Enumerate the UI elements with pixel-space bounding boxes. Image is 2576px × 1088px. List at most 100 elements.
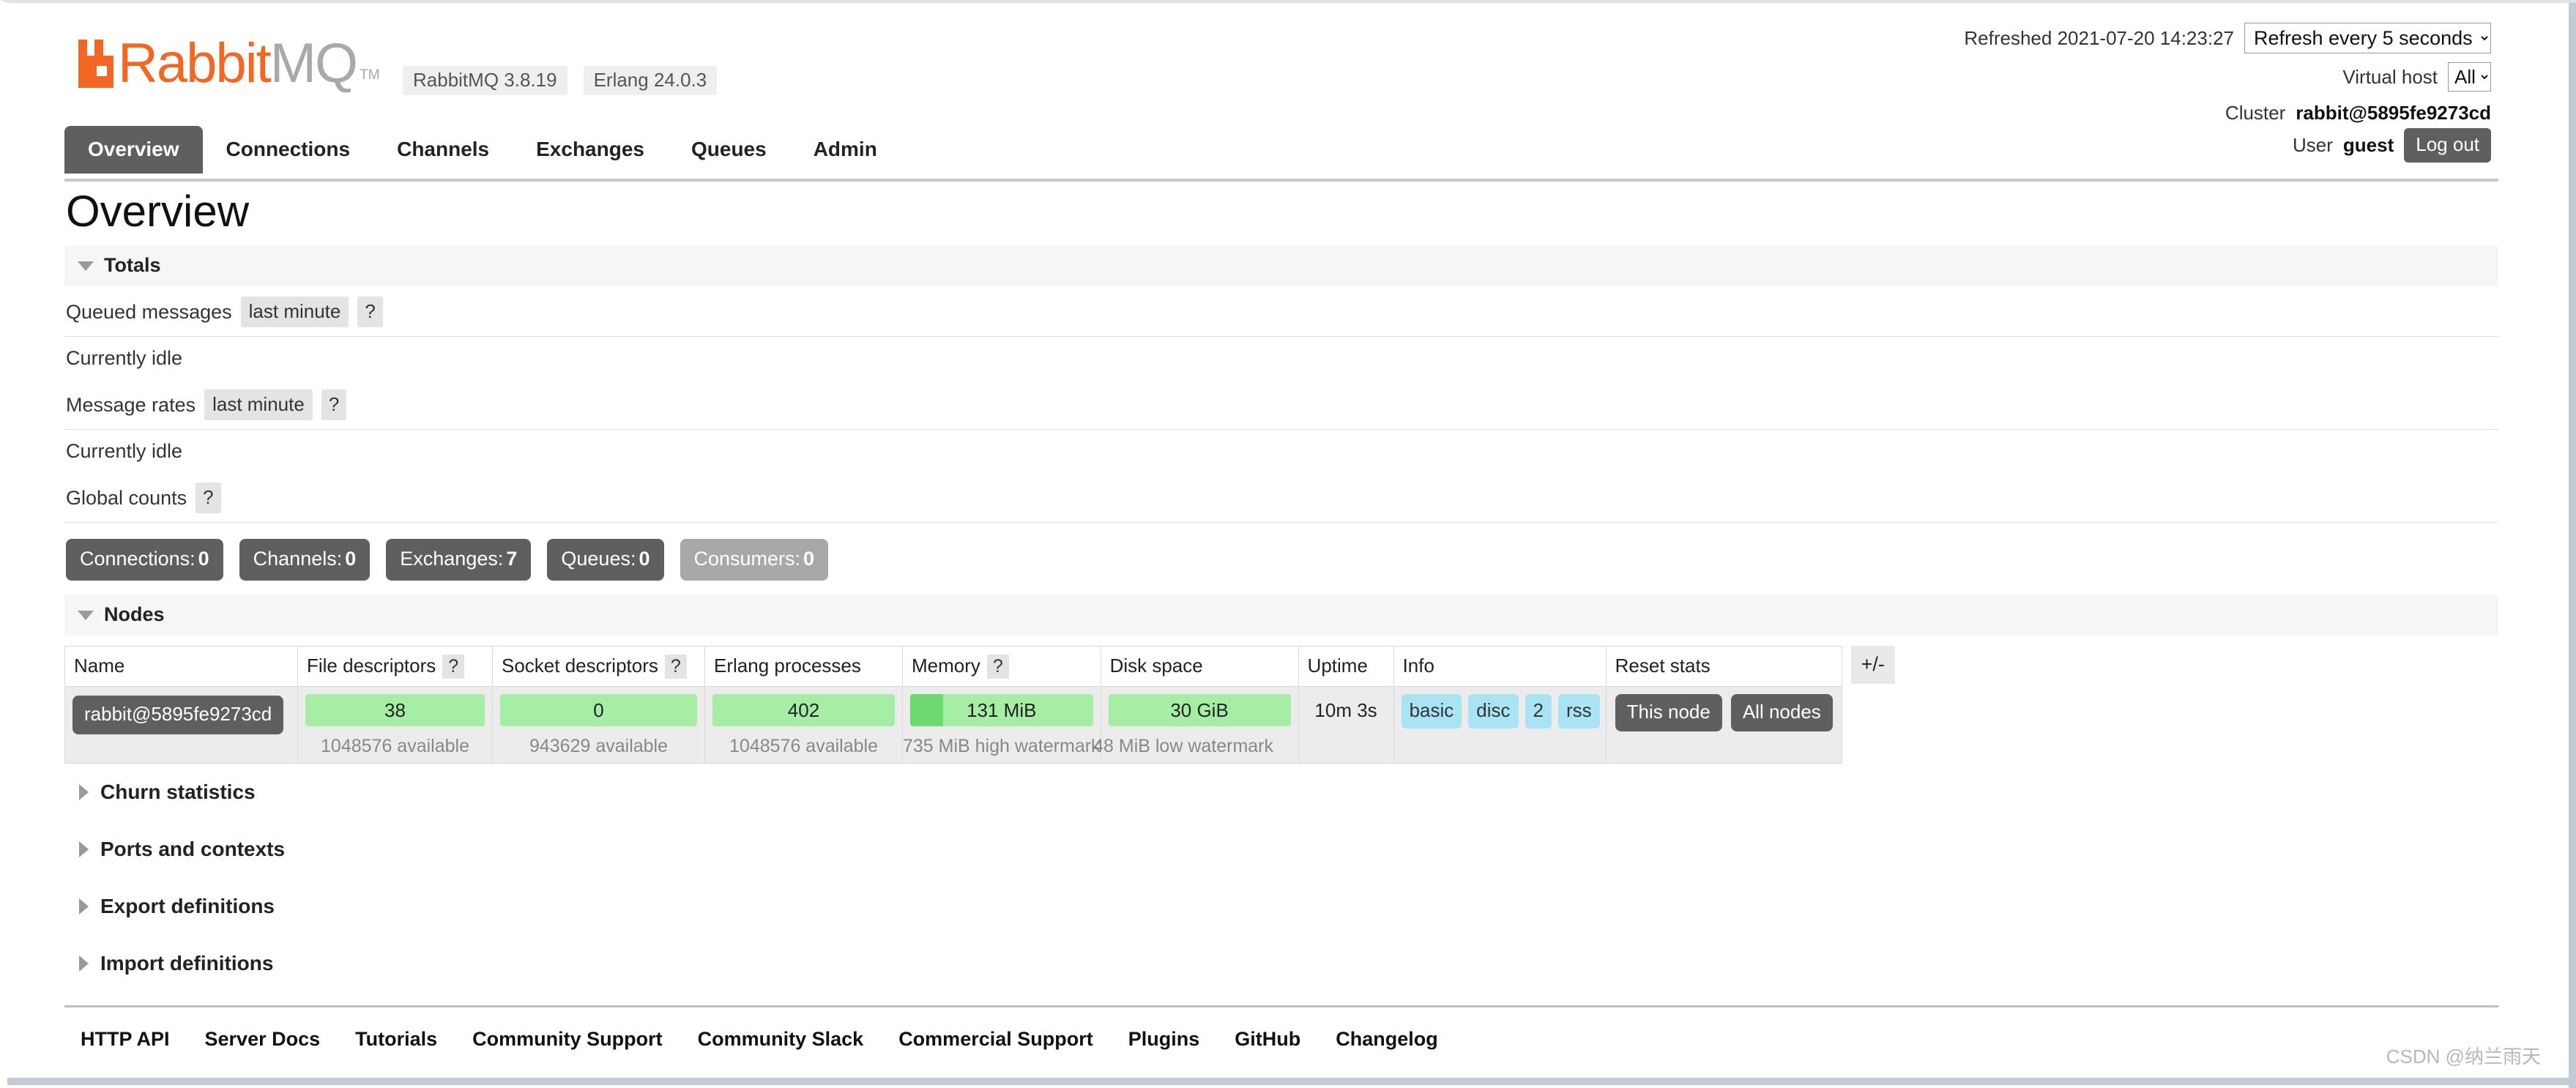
erlang-processes-bar: 402 [712, 694, 895, 726]
global-counts-buttons: Connections: 0 Channels: 0 Exchanges: 7 Que… [66, 523, 2534, 595]
chevron-right-icon [79, 898, 89, 914]
footer-links: HTTP API Server Docs Tutorials Community… [81, 1007, 2534, 1051]
count-queues-label: Queues: [561, 548, 636, 570]
node-name-link[interactable]: rabbit@5895fe9273cd [72, 696, 284, 734]
queued-messages-label: Queued messages [66, 300, 232, 323]
count-exchanges-value: 7 [506, 548, 518, 570]
col-disk-space[interactable]: Disk space [1100, 646, 1299, 687]
nodes-section-header[interactable]: Nodes [64, 595, 2498, 636]
message-rates-period-chip[interactable]: last minute [204, 390, 313, 420]
col-erlang-processes[interactable]: Erlang processes [704, 646, 903, 687]
col-uptime[interactable]: Uptime [1298, 646, 1394, 687]
message-rates-help-icon[interactable]: ? [321, 390, 347, 420]
col-info[interactable]: Info [1393, 646, 1607, 687]
erlang-version-badge: Erlang 24.0.3 [583, 66, 718, 95]
count-exchanges[interactable]: Exchanges: 7 [386, 539, 532, 581]
export-definitions-title: Export definitions [100, 895, 275, 917]
global-counts-help-icon[interactable]: ? [196, 482, 221, 513]
reset-this-node-button[interactable]: This node [1615, 694, 1722, 731]
col-file-descriptors[interactable]: File descriptors? [297, 646, 493, 687]
totals-section-header[interactable]: Totals [64, 246, 2498, 286]
cluster-row: Cluster rabbit@5895fe9273cd [1964, 100, 2491, 126]
footer-link-community-slack[interactable]: Community Slack [698, 1028, 864, 1051]
memory-bar: 131 MiB [910, 694, 1093, 726]
count-queues-value: 0 [639, 548, 650, 570]
tab-channels[interactable]: Channels [373, 126, 513, 174]
refresh-interval-select[interactable]: Refresh every 5 seconds [2244, 23, 2491, 53]
message-rates-label: Message rates [66, 393, 196, 416]
erlang-processes-value: 402 [787, 698, 820, 721]
cluster-value: rabbit@5895fe9273cd [2296, 101, 2491, 124]
col-name[interactable]: Name [64, 646, 298, 687]
vhost-select[interactable]: All [2448, 62, 2491, 92]
user-row: User guest Log out [1964, 127, 2491, 163]
socket-descriptors-help-icon[interactable]: ? [664, 655, 687, 679]
tab-exchanges[interactable]: Exchanges [513, 126, 668, 174]
uptime-value: 10m 3s [1314, 699, 1377, 721]
cell-disk-space: 30 GiB 48 MiB low watermark [1093, 686, 1299, 764]
footer-link-plugins[interactable]: Plugins [1128, 1028, 1200, 1051]
memory-help-icon[interactable]: ? [986, 655, 1009, 679]
count-consumers[interactable]: Consumers: 0 [680, 539, 829, 581]
info-badge-basic[interactable]: basic [1401, 694, 1462, 729]
nodes-section-title: Nodes [104, 603, 165, 625]
file-descriptors-help-icon[interactable]: ? [442, 655, 465, 679]
cell-erlang-processes: 402 1048576 available [704, 686, 903, 764]
footer-link-tutorials[interactable]: Tutorials [355, 1028, 437, 1051]
queued-messages-status: Currently idle [66, 347, 183, 369]
info-badge-count[interactable]: 2 [1525, 694, 1552, 729]
header-status-block: Refreshed 2021-07-20 14:23:27 Refresh ev… [1964, 22, 2491, 166]
nodes-table-header-row: Name File descriptors? Socket descriptor… [64, 646, 1842, 687]
user-value: guest [2342, 133, 2394, 156]
footer-link-commercial-support[interactable]: Commercial Support [898, 1028, 1093, 1051]
queued-messages-period-chip[interactable]: last minute [240, 297, 349, 327]
count-consumers-label: Consumers: [693, 548, 801, 570]
count-connections[interactable]: Connections: 0 [66, 539, 223, 581]
col-reset-stats[interactable]: Reset stats [1605, 646, 1842, 687]
version-badges: RabbitMQ 3.8.19 Erlang 24.0.3 [403, 66, 718, 95]
info-badge-rss[interactable]: rss [1557, 694, 1600, 729]
footer-link-server-docs[interactable]: Server Docs [205, 1028, 321, 1051]
import-definitions-title: Import definitions [100, 952, 274, 975]
reset-all-nodes-button[interactable]: All nodes [1730, 694, 1833, 731]
vhost-row: Virtual host All [1964, 61, 2491, 93]
import-definitions-section-header[interactable]: Import definitions [64, 935, 2498, 992]
cell-info: basic disc 2 rss [1393, 686, 1607, 764]
footer-link-http-api[interactable]: HTTP API [81, 1028, 170, 1051]
count-queues[interactable]: Queues: 0 [547, 539, 664, 581]
count-connections-value: 0 [198, 548, 209, 570]
footer-link-changelog[interactable]: Changelog [1336, 1028, 1438, 1051]
chevron-right-icon [79, 841, 89, 857]
socket-descriptors-value: 0 [593, 698, 604, 721]
columns-toggle-button[interactable]: +/- [1850, 646, 1895, 684]
tab-queues[interactable]: Queues [668, 126, 790, 174]
page-title: Overview [66, 187, 250, 236]
tab-overview[interactable]: Overview [64, 126, 203, 174]
col-socket-descriptors[interactable]: Socket descriptors? [492, 646, 705, 687]
message-rates-label-row: Message rates last minute ? [66, 379, 2534, 429]
footer-link-community-support[interactable]: Community Support [472, 1028, 662, 1051]
rabbitmq-logo[interactable]: RabbitMQ TM [77, 36, 380, 92]
disk-space-sub: 48 MiB low watermark [1093, 736, 1274, 756]
log-out-button[interactable]: Log out [2404, 127, 2491, 163]
ports-and-contexts-section-header[interactable]: Ports and contexts [64, 821, 2498, 878]
churn-statistics-section-header[interactable]: Churn statistics [64, 764, 2498, 821]
queued-messages-help-icon[interactable]: ? [357, 297, 383, 327]
global-counts-label: Global counts [66, 486, 187, 509]
disk-space-value: 30 GiB [1170, 698, 1229, 721]
col-name-label: Name [74, 655, 125, 677]
file-descriptors-bar: 38 [305, 694, 485, 726]
message-rates-status: Currently idle [66, 440, 183, 462]
export-definitions-section-header[interactable]: Export definitions [64, 878, 2498, 935]
info-badge-disc[interactable]: disc [1468, 694, 1519, 729]
tab-connections[interactable]: Connections [203, 126, 374, 174]
rabbitmq-version-badge: RabbitMQ 3.8.19 [403, 66, 567, 95]
col-memory[interactable]: Memory? [902, 646, 1101, 687]
footer-link-github[interactable]: GitHub [1235, 1028, 1300, 1051]
rabbitmq-management-app: RabbitMQ TM RabbitMQ 3.8.19 Erlang 24.0.… [7, 3, 2534, 1072]
browser-page: RabbitMQ TM RabbitMQ 3.8.19 Erlang 24.0.… [0, 0, 2576, 1088]
count-channels[interactable]: Channels: 0 [239, 539, 371, 581]
tab-admin[interactable]: Admin [790, 126, 901, 174]
chevron-right-icon [79, 784, 89, 800]
col-info-label: Info [1402, 655, 1434, 677]
